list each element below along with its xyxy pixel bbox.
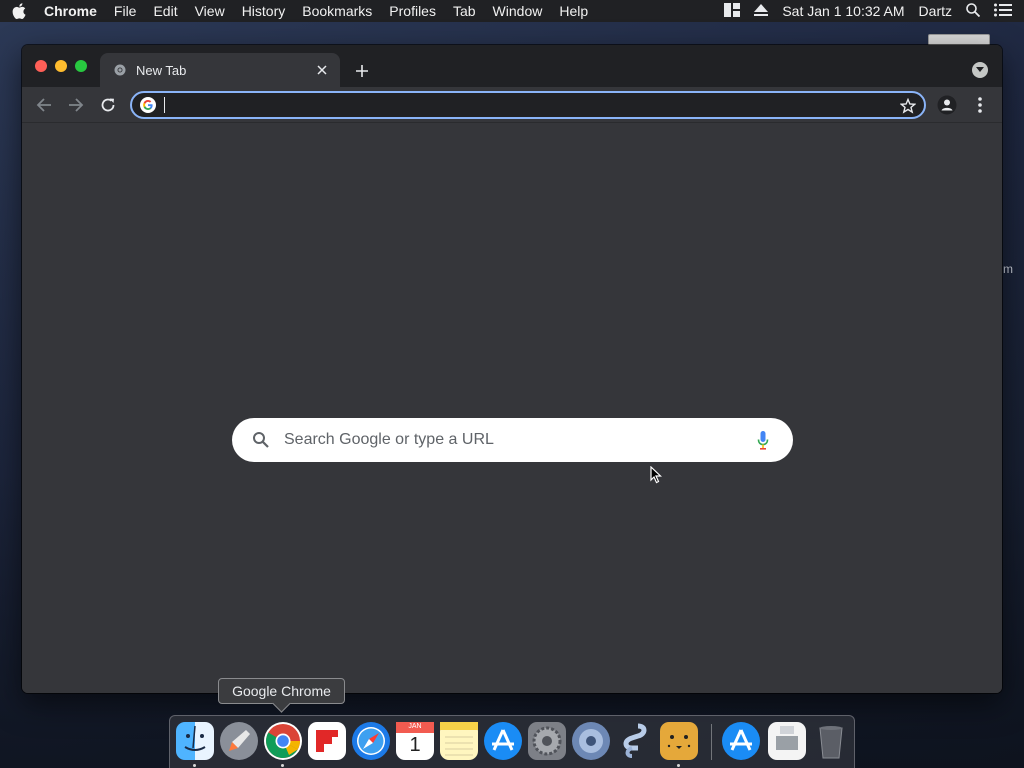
menu-app-name[interactable]: Chrome: [44, 3, 97, 19]
menu-user-name[interactable]: Dartz: [919, 3, 952, 19]
google-g-icon: [140, 97, 156, 113]
menu-history[interactable]: History: [242, 3, 286, 19]
menu-view[interactable]: View: [195, 3, 225, 19]
dock-trash-icon[interactable]: [812, 722, 850, 760]
window-zoom-button[interactable]: [75, 60, 87, 72]
tab-new-tab[interactable]: New Tab: [100, 53, 340, 87]
apple-icon[interactable]: [10, 2, 28, 20]
dock-launchpad-icon[interactable]: [220, 722, 258, 760]
menu-profiles[interactable]: Profiles: [389, 3, 436, 19]
menu-file[interactable]: File: [114, 3, 137, 19]
tab-search-button[interactable]: [972, 62, 988, 78]
reload-button[interactable]: [98, 95, 118, 115]
menu-bookmarks[interactable]: Bookmarks: [302, 3, 372, 19]
tab-close-icon[interactable]: [314, 62, 330, 78]
search-placeholder: Search Google or type a URL: [284, 431, 494, 448]
address-bar[interactable]: [130, 91, 926, 119]
mouse-pointer-icon: [650, 465, 663, 484]
dock-running-indicator: [193, 764, 196, 767]
menu-tab[interactable]: Tab: [453, 3, 476, 19]
notification-center-icon[interactable]: [994, 3, 1012, 20]
desktop-label: m: [1003, 262, 1013, 276]
dock-preview-document-icon[interactable]: [768, 722, 806, 760]
window-close-button[interactable]: [35, 60, 47, 72]
dock-finder-icon[interactable]: [176, 722, 214, 760]
dock-safari-icon[interactable]: [352, 722, 390, 760]
menu-help[interactable]: Help: [559, 3, 588, 19]
forward-button[interactable]: [66, 95, 86, 115]
microphone-icon[interactable]: [757, 430, 773, 450]
menu-window[interactable]: Window: [493, 3, 543, 19]
search-icon: [252, 431, 270, 449]
back-button[interactable]: [34, 95, 54, 115]
calendar-month: JAN: [408, 723, 422, 730]
dock-utility-app-icon[interactable]: [572, 722, 610, 760]
spotlight-search-icon[interactable]: [966, 2, 981, 20]
tab-strip: New Tab: [22, 45, 1002, 87]
google-search-box[interactable]: Search Google or type a URL: [232, 418, 793, 462]
dock-app-store-icon[interactable]: [484, 722, 522, 760]
dock-flipboard-icon[interactable]: [308, 722, 346, 760]
dock-cheetah-icon[interactable]: [660, 722, 698, 760]
bookmark-star-icon[interactable]: [900, 98, 916, 114]
dock-calendar-icon[interactable]: JAN 1: [396, 722, 434, 760]
calendar-day: 1: [409, 734, 421, 756]
menu-clock[interactable]: Sat Jan 1 10:32 AM: [782, 3, 904, 19]
menu-edit[interactable]: Edit: [153, 3, 177, 19]
chrome-favicon-icon: [114, 64, 126, 76]
dock-tooltip: Google Chrome: [218, 678, 345, 704]
dock-notes-icon[interactable]: [440, 722, 478, 760]
dock-system-preferences-icon[interactable]: [528, 722, 566, 760]
browser-window: New Tab Search Google or type a URL: [22, 45, 1002, 693]
dock-running-indicator: [677, 764, 680, 767]
dock: JAN 1: [169, 715, 855, 768]
new-tab-button[interactable]: [352, 61, 372, 81]
dock-app-store-download-icon[interactable]: [722, 722, 760, 760]
menu-bar-status: Sat Jan 1 10:32 AM Dartz: [724, 0, 1012, 22]
new-tab-page: Search Google or type a URL: [22, 124, 1002, 693]
eject-icon[interactable]: [754, 3, 769, 19]
text-caret: [164, 97, 165, 113]
dock-chrome-icon[interactable]: [264, 722, 302, 760]
profile-button[interactable]: [937, 95, 957, 115]
menu-bar: Chrome File Edit View History Bookmarks …: [0, 0, 1024, 22]
tab-title: New Tab: [136, 62, 187, 78]
chrome-menu-icon[interactable]: [970, 95, 990, 115]
browser-toolbar: [22, 87, 1002, 123]
dock-script-editor-icon[interactable]: [616, 722, 654, 760]
address-input[interactable]: [166, 96, 886, 114]
dock-running-indicator: [281, 764, 284, 767]
window-minimize-button[interactable]: [55, 60, 67, 72]
dock-separator: [711, 724, 712, 760]
window-layout-icon[interactable]: [724, 2, 741, 20]
